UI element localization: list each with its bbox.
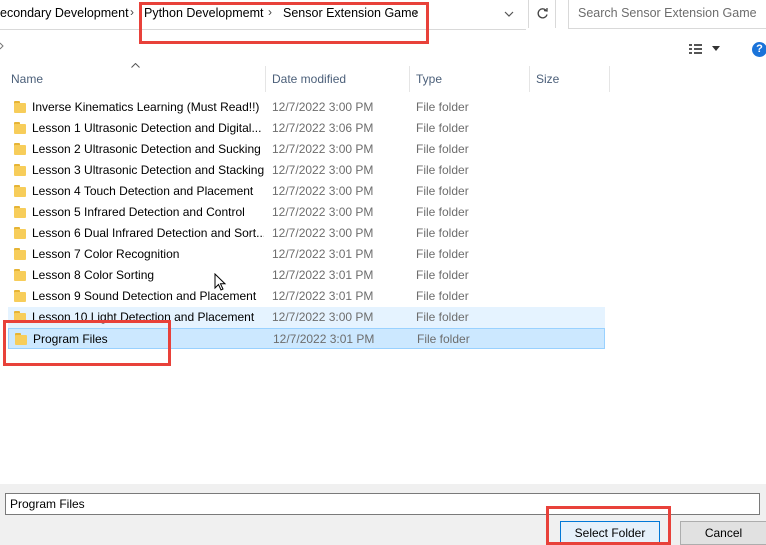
list-item[interactable]: Lesson 3 Ultrasonic Detection and Stacki… bbox=[8, 160, 605, 181]
select-button-highlight-box bbox=[546, 506, 671, 545]
file-type: File folder bbox=[416, 289, 469, 303]
file-type: File folder bbox=[416, 142, 469, 156]
column-divider[interactable] bbox=[265, 66, 266, 92]
column-divider[interactable] bbox=[529, 66, 530, 92]
folder-icon bbox=[14, 101, 26, 113]
file-name: Lesson 8 Color Sorting bbox=[32, 268, 155, 282]
column-header-row: Name Date modified Type Size bbox=[0, 66, 766, 92]
breadcrumb-secondary-development[interactable]: econdary Development bbox=[0, 6, 129, 20]
file-type: File folder bbox=[416, 121, 469, 135]
file-date: 12/7/2022 3:00 PM bbox=[272, 184, 374, 198]
mouse-cursor-icon bbox=[214, 272, 228, 293]
view-options-dropdown-icon[interactable] bbox=[712, 43, 720, 53]
folder-icon bbox=[14, 206, 26, 218]
file-type: File folder bbox=[417, 332, 470, 346]
search-input[interactable]: Search Sensor Extension Game bbox=[568, 0, 766, 29]
file-date: 12/7/2022 3:00 PM bbox=[272, 226, 374, 240]
file-name: Lesson 1 Ultrasonic Detection and Digita… bbox=[32, 121, 262, 135]
file-type: File folder bbox=[416, 184, 469, 198]
view-options-icon[interactable] bbox=[688, 42, 704, 56]
file-name: Lesson 3 Ultrasonic Detection and Stacki… bbox=[32, 163, 264, 177]
column-divider[interactable] bbox=[609, 66, 610, 92]
column-header-size[interactable]: Size bbox=[536, 66, 559, 92]
column-divider[interactable] bbox=[409, 66, 410, 92]
file-type: File folder bbox=[416, 268, 469, 282]
file-type: File folder bbox=[416, 100, 469, 114]
file-date: 12/7/2022 3:00 PM bbox=[272, 163, 374, 177]
list-item[interactable]: Lesson 5 Infrared Detection and Control … bbox=[8, 202, 605, 223]
folder-icon bbox=[14, 248, 26, 260]
search-placeholder: Search Sensor Extension Game bbox=[578, 6, 757, 20]
help-icon[interactable]: ? bbox=[752, 42, 766, 57]
folder-icon bbox=[14, 185, 26, 197]
breadcrumb-separator-icon[interactable]: › bbox=[130, 5, 134, 19]
folder-icon bbox=[14, 227, 26, 239]
file-date: 12/7/2022 3:00 PM bbox=[272, 142, 374, 156]
file-type: File folder bbox=[416, 163, 469, 177]
file-date: 12/7/2022 3:00 PM bbox=[272, 205, 374, 219]
list-item[interactable]: Lesson 2 Ultrasonic Detection and Suckin… bbox=[8, 139, 605, 160]
column-header-type[interactable]: Type bbox=[416, 66, 442, 92]
refresh-icon[interactable] bbox=[528, 0, 556, 28]
folder-icon bbox=[14, 269, 26, 281]
file-date: 12/7/2022 3:00 PM bbox=[272, 100, 374, 114]
column-header-name[interactable]: Name bbox=[11, 66, 43, 92]
file-name: Inverse Kinematics Learning (Must Read!!… bbox=[32, 100, 260, 114]
list-item[interactable]: Lesson 6 Dual Infrared Detection and Sor… bbox=[8, 223, 605, 244]
file-name: Lesson 9 Sound Detection and Placement bbox=[32, 289, 257, 303]
column-header-date-modified[interactable]: Date modified bbox=[272, 66, 346, 92]
file-type: File folder bbox=[416, 247, 469, 261]
file-name: Lesson 2 Ultrasonic Detection and Suckin… bbox=[32, 142, 261, 156]
list-item[interactable]: Lesson 1 Ultrasonic Detection and Digita… bbox=[8, 118, 605, 139]
file-date: 12/7/2022 3:06 PM bbox=[272, 121, 374, 135]
folder-icon bbox=[14, 122, 26, 134]
address-history-dropdown-icon[interactable] bbox=[498, 4, 520, 26]
file-type: File folder bbox=[416, 226, 469, 240]
list-item[interactable]: Lesson 8 Color Sorting 12/7/2022 3:01 PM… bbox=[8, 265, 605, 286]
file-type: File folder bbox=[416, 310, 469, 324]
list-item[interactable]: Inverse Kinematics Learning (Must Read!!… bbox=[8, 97, 605, 118]
file-date: 12/7/2022 3:01 PM bbox=[273, 332, 375, 346]
breadcrumb-highlight-box bbox=[139, 2, 429, 44]
file-date: 12/7/2022 3:01 PM bbox=[272, 268, 374, 282]
folder-icon bbox=[14, 143, 26, 155]
list-item[interactable]: Lesson 7 Color Recognition 12/7/2022 3:0… bbox=[8, 244, 605, 265]
folder-icon bbox=[14, 290, 26, 302]
cancel-button[interactable]: Cancel bbox=[680, 521, 766, 545]
file-name: Lesson 6 Dual Infrared Detection and Sor… bbox=[32, 226, 264, 240]
folder-icon bbox=[14, 164, 26, 176]
file-date: 12/7/2022 3:01 PM bbox=[272, 289, 374, 303]
file-date: 12/7/2022 3:00 PM bbox=[272, 310, 374, 324]
file-date: 12/7/2022 3:01 PM bbox=[272, 247, 374, 261]
file-type: File folder bbox=[416, 205, 469, 219]
file-name: Lesson 5 Infrared Detection and Control bbox=[32, 205, 245, 219]
selected-folder-highlight-box bbox=[3, 320, 171, 366]
file-name: Lesson 7 Color Recognition bbox=[32, 247, 180, 261]
file-name: Lesson 4 Touch Detection and Placement bbox=[32, 184, 254, 198]
toolbar-overflow-icon[interactable] bbox=[0, 42, 4, 50]
list-item[interactable]: Lesson 4 Touch Detection and Placement 1… bbox=[8, 181, 605, 202]
list-item[interactable]: Lesson 9 Sound Detection and Placement 1… bbox=[8, 286, 605, 307]
